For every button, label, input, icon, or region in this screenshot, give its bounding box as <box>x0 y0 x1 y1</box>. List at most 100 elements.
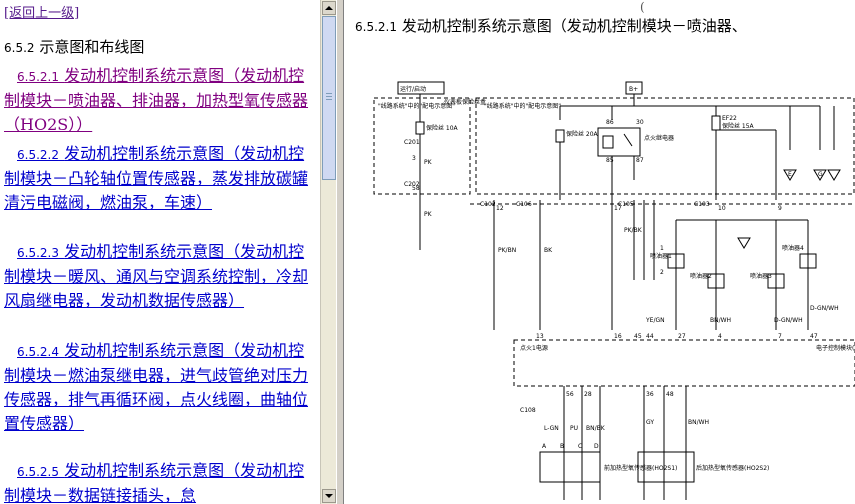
toc-entry-6-5-2-1[interactable]: 6.5.2.1 发动机控制系统示意图（发动机控制模块－喷油器、排油器，加热型氧传… <box>4 64 310 137</box>
pin-3: 3 <box>412 155 416 162</box>
label-c106: C106 <box>516 201 532 208</box>
scroll-down-button[interactable] <box>322 489 336 503</box>
o2-sensor-pre <box>539 451 601 483</box>
ecm-box <box>513 339 855 387</box>
arrow-up-icon <box>325 6 333 10</box>
label-bk: BK <box>544 247 553 254</box>
thumb-grip <box>326 96 332 97</box>
label-pk: PK <box>424 159 433 166</box>
toc-entry-6-5-2-3[interactable]: 6.5.2.3 发动机控制系统示意图（发动机控制模块－暖风、通风与空调系统控制，… <box>4 240 310 313</box>
label-pk-2: PK <box>424 211 433 218</box>
fuse-20a <box>555 129 565 143</box>
pin-b: B <box>560 443 564 450</box>
toc-entry-6-5-2-5[interactable]: 6.5.2.5 发动机控制系统示意图（发动机控制模块－数据链接插头，怠 <box>4 459 310 504</box>
pin-2: 2 <box>660 269 664 276</box>
pin-16: 16 <box>614 333 622 340</box>
label-d-gn-wh: D-GN/WH <box>774 317 803 324</box>
toc-entry-number: 6.5.2.1 <box>17 70 59 84</box>
label-ign-power: 点火1电源 <box>520 344 548 352</box>
pin-58: 58 <box>412 185 420 192</box>
label-pk-bn: PK/BN <box>498 247 516 254</box>
ip-fuse-block <box>373 97 471 195</box>
pin-1: 1 <box>660 245 664 252</box>
label-o2-post: 后加热型氧传感器(HO2S2) <box>696 464 769 472</box>
label-power-dist-note: "线路系统"中的"配电示意图" <box>484 102 561 110</box>
pin-86: 86 <box>606 119 614 126</box>
label-injector-4: 喷油器4 <box>782 244 804 252</box>
pin-9: 9 <box>778 205 782 212</box>
toc-entry-number: 6.5.2.4 <box>17 345 59 359</box>
pin-c: C <box>578 443 582 450</box>
label-bn-wh: BN/WH <box>710 317 731 324</box>
top-clipped-text: ( <box>640 0 645 14</box>
pin-44: 44 <box>646 333 654 340</box>
section-number: 6.5.2 <box>4 41 35 55</box>
pin-g: G <box>818 171 823 178</box>
toc-entry-number: 6.5.2.5 <box>17 465 59 479</box>
diagram-heading-title: 发动机控制系统示意图（发动机控制模块－喷油器、 <box>401 17 747 35</box>
vertical-scrollbar[interactable] <box>320 0 336 504</box>
pin-48: 48 <box>666 391 674 398</box>
back-link[interactable]: [返回上一级] <box>4 2 79 21</box>
arrow-down-icon <box>325 494 333 498</box>
pin-30: 30 <box>636 119 644 126</box>
toc-entry-number: 6.5.2.2 <box>17 148 59 162</box>
label-o2-pre: 前加热型氧传感器(HO2S1) <box>604 464 677 472</box>
label-run-crank: 运行/启动 <box>400 85 426 93</box>
scroll-thumb[interactable] <box>322 16 336 180</box>
section-title: 6.5.2 示意图和布线图 <box>4 36 144 57</box>
pin-13: 13 <box>536 333 544 340</box>
label-gy: GY <box>646 419 654 426</box>
label-injector-1: 喷油器1 <box>650 252 672 260</box>
pin-28: 28 <box>584 391 592 398</box>
diagram-pane: ( 6.5.2.1 发动机控制系统示意图（发动机控制模块－喷油器、 运行/启动 … <box>344 0 855 504</box>
label-injector-2: 喷油器2 <box>690 272 712 280</box>
scroll-up-button[interactable] <box>322 1 336 15</box>
pin-36: 36 <box>646 391 654 398</box>
label-c108: C108 <box>520 407 536 414</box>
label-pu: PU <box>570 425 578 432</box>
pin-47: 47 <box>810 333 818 340</box>
thumb-grip <box>326 99 332 100</box>
label-bn-wh-2: BN/WH <box>688 419 709 426</box>
label-pk-bk: PK/BK <box>624 227 643 234</box>
pin-56: 56 <box>566 391 574 398</box>
pin-87: 87 <box>636 157 644 164</box>
label-c201: C201 <box>404 139 420 146</box>
label-fuse-15a: 保险丝 15A <box>722 122 755 130</box>
contents-pane: [返回上一级] 6.5.2 示意图和布线图 6.5.2.1 发动机控制系统示意图… <box>0 0 320 504</box>
pin-85: 85 <box>606 157 614 164</box>
diagram-heading-number: 6.5.2.1 <box>355 20 397 34</box>
pin-a: A <box>542 443 547 450</box>
pin-17: 17 <box>614 205 622 212</box>
label-c103: C103 <box>694 201 710 208</box>
fuse-ef22 <box>711 115 721 131</box>
label-fuse-10a: 保险丝 10A <box>426 124 459 132</box>
pin-12: 12 <box>496 205 504 212</box>
pin-e: E <box>788 171 792 178</box>
section-title-text: 示意图和布线图 <box>39 38 145 56</box>
toc-entry-6-5-2-2[interactable]: 6.5.2.2 发动机控制系统示意图（发动机控制模块－凸轮轴位置传感器，蒸发排放… <box>4 142 310 215</box>
toc-entry-number: 6.5.2.3 <box>17 246 59 260</box>
label-c102: C102 <box>480 201 496 208</box>
diagram-heading: 6.5.2.1 发动机控制系统示意图（发动机控制模块－喷油器、 <box>355 15 747 36</box>
pane-splitter[interactable] <box>336 0 344 504</box>
label-ign-relay: 点火继电器 <box>644 134 674 142</box>
underhood-fuse-block <box>475 97 855 195</box>
label-ef22: EF22 <box>722 115 737 122</box>
label-ye-gn: YE/GN <box>645 317 665 324</box>
pin-45: 45 <box>634 333 642 340</box>
label-l-gn: L-GN <box>544 425 559 432</box>
fuse-10a <box>415 121 425 135</box>
toc-entry-6-5-2-4[interactable]: 6.5.2.4 发动机控制系统示意图（发动机控制模块－燃油泵继电器，进气歧管绝对… <box>4 339 310 436</box>
label-bn-bk: BN/BK <box>586 425 606 432</box>
label-fuse-20a: 保险丝 20A <box>566 130 599 138</box>
pin-7: 7 <box>778 333 782 340</box>
pin-d: D <box>594 443 599 450</box>
pin-10: 10 <box>718 205 726 212</box>
ign-relay-box <box>597 127 641 157</box>
label-bplus: B+ <box>629 86 638 93</box>
label-injector-3: 喷油器3 <box>750 272 772 280</box>
label-ecm: 电子控制模块(ECM) <box>816 344 855 352</box>
thumb-grip <box>326 93 332 94</box>
